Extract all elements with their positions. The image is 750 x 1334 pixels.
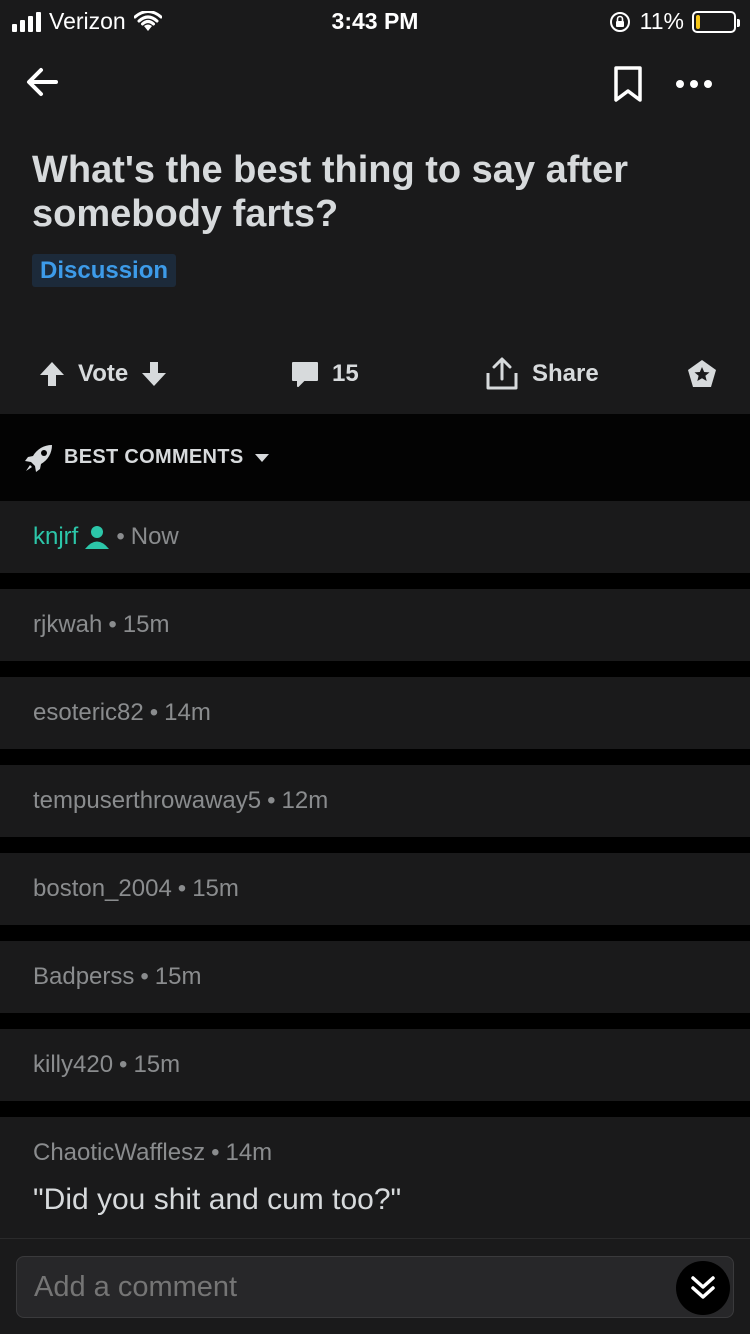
comment-item[interactable]: ChaoticWafflesz • 14m "Did you shit and …	[0, 1117, 750, 1247]
status-right: 11%	[608, 8, 740, 35]
comment-sort-bar[interactable]: BEST COMMENTS	[0, 414, 750, 501]
comment-meta: esoteric82 • 14m	[33, 699, 211, 727]
comment-meta: Badperss • 15m	[33, 963, 201, 991]
comment-time: Now	[130, 523, 179, 550]
share-icon	[486, 357, 518, 390]
bookmark-icon[interactable]	[610, 64, 646, 104]
comment-item[interactable]: rjkwah • 15m	[0, 589, 750, 661]
comment-time: 14m	[164, 699, 211, 726]
post-actions: Vote 15 Share	[0, 352, 750, 396]
share-label: Share	[532, 360, 599, 387]
award-button[interactable]	[686, 352, 718, 396]
back-arrow-icon[interactable]	[22, 62, 62, 102]
comment-author[interactable]: knjrf	[33, 523, 78, 551]
comment-time: 15m	[192, 875, 239, 902]
comment-author[interactable]: tempuserthrowaway5	[33, 787, 261, 815]
meta-separator: •	[149, 699, 159, 726]
comment-time: 15m	[154, 963, 202, 990]
meta-separator: •	[108, 611, 117, 638]
comment-meta: tempuserthrowaway5 • 12m	[33, 787, 328, 815]
rotation-lock-icon	[609, 11, 630, 32]
comment-bubble-icon	[292, 362, 318, 387]
downvote-arrow-icon[interactable]	[140, 360, 168, 388]
status-bar: Verizon 3:43 PM 11%	[0, 0, 750, 40]
comment-author[interactable]: rjkwah	[33, 611, 102, 639]
more-options-icon[interactable]	[672, 64, 716, 104]
share-button[interactable]: Share	[484, 352, 599, 396]
post-flair[interactable]: Discussion	[32, 254, 177, 287]
comment-item[interactable]: tempuserthrowaway5 • 12m	[0, 765, 750, 837]
upvote-arrow-icon[interactable]	[38, 360, 66, 388]
vote-control: Vote	[38, 352, 168, 396]
comment-item[interactable]: knjrf • Now	[0, 501, 750, 573]
add-comment-input[interactable]	[16, 1256, 734, 1318]
collapse-threads-button[interactable]	[676, 1261, 730, 1315]
meta-separator: •	[140, 963, 149, 990]
comment-time: 14m	[225, 1139, 273, 1166]
award-star-icon	[688, 360, 716, 387]
comment-meta: ChaoticWafflesz • 14m	[33, 1139, 272, 1167]
rocket-icon	[25, 444, 52, 472]
comment-composer-bar	[0, 1238, 750, 1334]
chevron-down-icon	[255, 453, 270, 462]
post-title: What's the best thing to say after someb…	[32, 149, 628, 235]
comment-item[interactable]: killy420 • 15m	[0, 1029, 750, 1101]
comment-meta: killy420 • 15m	[33, 1051, 180, 1079]
comment-time: 12m	[281, 787, 329, 814]
comment-count: 15	[332, 360, 359, 387]
comment-author[interactable]: Badperss	[33, 963, 134, 991]
battery-percent: 11%	[639, 8, 684, 34]
comment-meta: boston_2004 • 15m	[33, 875, 239, 903]
comment-body: "Did you shit and cum too?"	[33, 1183, 402, 1216]
meta-separator: •	[116, 523, 125, 550]
comment-author[interactable]: ChaoticWafflesz	[33, 1139, 205, 1167]
comment-item[interactable]: esoteric82 • 14m	[0, 677, 750, 749]
comments-button[interactable]: 15	[290, 352, 359, 396]
comment-author[interactable]: boston_2004	[33, 875, 172, 903]
comment-time: 15m	[133, 1051, 181, 1078]
comment-meta: rjkwah • 15m	[33, 611, 169, 639]
vote-label: Vote	[78, 360, 129, 387]
meta-separator: •	[267, 787, 276, 814]
post-header: What's the best thing to say after someb…	[0, 40, 750, 414]
battery-icon	[692, 10, 740, 33]
comment-author[interactable]: killy420	[33, 1051, 113, 1079]
meta-separator: •	[119, 1051, 128, 1078]
comment-item[interactable]: Badperss • 15m	[0, 941, 750, 1013]
comment-author[interactable]: esoteric82	[33, 699, 144, 727]
meta-separator: •	[177, 875, 187, 902]
comment-time: 15m	[122, 611, 170, 638]
sort-label: BEST COMMENTS	[64, 446, 244, 468]
comment-meta: knjrf • Now	[33, 523, 179, 551]
comment-item[interactable]: boston_2004 • 15m	[0, 853, 750, 925]
meta-separator: •	[211, 1139, 220, 1166]
user-profile-icon	[85, 526, 110, 549]
double-chevron-down-icon	[691, 1276, 715, 1299]
battery-fill	[696, 14, 700, 29]
